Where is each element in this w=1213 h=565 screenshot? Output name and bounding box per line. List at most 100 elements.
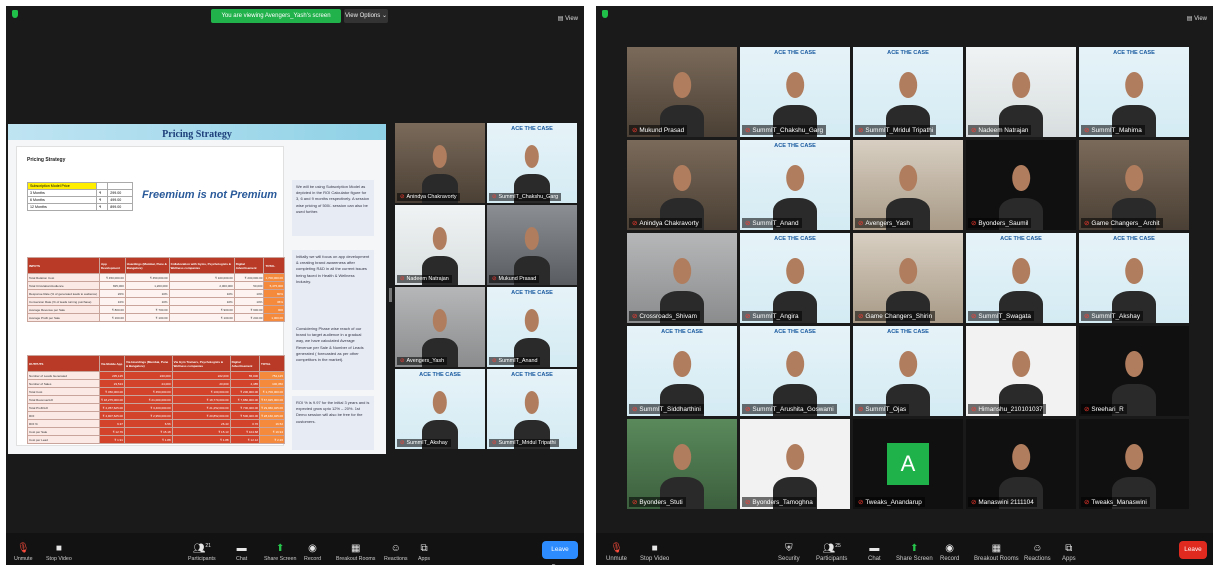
person-head (1125, 165, 1143, 192)
participant-tile[interactable]: ⊘ Byonders_Saumil (966, 140, 1076, 230)
table-cell: ₹ 240.00 (233, 313, 265, 322)
muted-mic-icon: ⊘ (858, 127, 864, 134)
security-button[interactable]: ⛨ Security (778, 542, 800, 562)
table-row: Total Revenue/Lift ₹ 18,275,000.00 ₹ 21,00… (27, 395, 285, 404)
participants-button[interactable]: 👥︎21 Participants (188, 539, 216, 562)
video-camera-icon: ■ (651, 543, 658, 554)
view-button[interactable]: View (1187, 15, 1207, 22)
table-cell: ₹ 104.68 (229, 427, 261, 436)
participant-tile[interactable]: ⊘ Avengers_Yash (853, 140, 963, 230)
participant-tile[interactable]: ⊘ Anindya Chakravorty (395, 123, 485, 203)
shared-screen: Pricing Strategy Pricing Strategy Subscr… (8, 124, 386, 454)
headline: Freemium is not Premium (142, 189, 278, 201)
participant-tile[interactable]: ⊘ Byonders_Tamoghna (740, 419, 850, 509)
virtual-background-logo: ACE THE CASE (774, 329, 816, 335)
participant-tile[interactable]: ACE THE CASE ⊘ SummIT_Anand (740, 140, 850, 230)
unmute-button[interactable]: 🎙︎ Unmute (606, 542, 627, 562)
participant-tile[interactable]: ⊘ Nadeem Natrajan (966, 47, 1076, 137)
participant-tile[interactable]: ACE THE CASE ⊘ SummIT_Akshay (395, 369, 485, 449)
person-head (1125, 72, 1143, 99)
record-button[interactable]: ◉ Record (940, 542, 959, 562)
reactions-button[interactable]: ☺ Reactions (1024, 542, 1051, 562)
apps-button[interactable]: ⧉ Apps (1062, 542, 1076, 562)
column-header: Via Gym Trainers, Psychologists & Wellne… (171, 355, 231, 372)
share-screen-button[interactable]: ⬆ Share Screen (264, 542, 296, 562)
participant-tile[interactable]: ACE THE CASE ⊘ SummIT_Mahima (1079, 47, 1189, 137)
participant-tile[interactable]: ACE THE CASE ⊘ SummIT_Arushita_Goswami (740, 326, 850, 416)
table-cell: 240,000 (123, 371, 173, 380)
participant-name: ⊘ SummIT_Swagata (968, 311, 1034, 321)
participant-tile[interactable]: A ⊘ Tweaks_Anandarup (853, 419, 963, 509)
muted-mic-icon: ⊘ (632, 220, 638, 227)
person-head (432, 145, 448, 169)
reactions-button[interactable]: ☺ Reactions (384, 542, 408, 562)
participant-tile[interactable]: ACE THE CASE ⊘ SummIT_Siddharthini (627, 326, 737, 416)
chat-button[interactable]: ▬ Chat (868, 542, 881, 562)
participants-button[interactable]: 👥︎25 Participants (816, 539, 847, 562)
table-cell: 80% (263, 289, 285, 298)
table-cell: 222,000 (171, 371, 231, 380)
participant-name: ⊘ Tweaks_Manaswini (1081, 497, 1150, 507)
view-options-button[interactable]: View Options ⌄ (344, 9, 388, 23)
person-head (786, 72, 804, 99)
table-cell: 50,000 (233, 281, 265, 290)
participant-tile[interactable]: ACE THE CASE ⊘ SummIT_Chakshu_Garg (487, 123, 577, 203)
participant-tile[interactable]: ACE THE CASE ⊘ SummIT_Chakshu_Garg (740, 47, 850, 137)
virtual-background-logo: ACE THE CASE (511, 290, 553, 296)
participant-tile[interactable]: ⊘ Game Changers_ Archit (1079, 140, 1189, 230)
participant-tile[interactable]: ⊘ Mukund Prasad (487, 205, 577, 285)
participant-name: ⊘ SummIT_Chakshu_Garg (742, 125, 827, 135)
table-cell: ₹ 15.18 (123, 427, 173, 436)
participant-name-label: SummIT_Chakshu_Garg (498, 194, 559, 200)
subscription-cell: Subscription Model Price (26, 182, 98, 190)
participant-tile[interactable]: ACE THE CASE ⊘ SummIT_Mridul Tripathi (853, 47, 963, 137)
participant-tile[interactable]: ACE THE CASE ⊘ SummIT_Akshay (1079, 233, 1189, 323)
apps-button[interactable]: ⧉ Apps (418, 542, 430, 562)
participant-tile[interactable]: ACE THE CASE ⊘ SummIT_Swagata (966, 233, 1076, 323)
view-button[interactable]: View (558, 15, 578, 22)
share-screen-button[interactable]: ⬆ Share Screen (896, 542, 933, 562)
table-cell: 16.52 (259, 419, 285, 428)
table-cell: ₹ 12.76 (99, 427, 125, 436)
breakout-rooms-button[interactable]: ▦ Breakout Rooms (336, 542, 375, 562)
participant-tile[interactable]: ACE THE CASE ⊘ SummIT_Anand (487, 287, 577, 367)
participant-tile[interactable]: ⊘ Sreehari_R (1079, 326, 1189, 416)
participant-tile[interactable]: ⊘ Anindya Chakravorty (627, 140, 737, 230)
table-cell: ₹ 100,000.00 (168, 273, 235, 282)
table-row: ROI % 9.37 6.56 26.43 0.76 16.52 (27, 419, 285, 428)
record-button[interactable]: ◉ Record (304, 542, 321, 562)
participant-name-label: SummIT_Mridul Tripathi (865, 127, 934, 134)
table-cell: 0.76 (229, 419, 261, 428)
breakout-rooms-button[interactable]: ▦ Breakout Rooms (974, 542, 1019, 562)
view-label: View (565, 16, 578, 22)
participant-tile[interactable]: ⊘ Tweaks_Manaswini (1079, 419, 1189, 509)
participant-tile[interactable]: ⊘ Nadeem Natrajan (395, 205, 485, 285)
participants-label: Participants (188, 556, 216, 562)
participant-name: ⊘ SummIT_Akshay (1081, 311, 1144, 321)
leave-button[interactable]: Leave (1179, 541, 1207, 559)
slide-title-bar: Pricing Strategy (8, 124, 386, 140)
security-label: Security (778, 556, 800, 562)
unmute-button[interactable]: 🎙︎ Unmute (14, 542, 33, 562)
participant-tile[interactable]: ⊘ Manaswini 2111104 (966, 419, 1076, 509)
participants-label: Participants (816, 556, 848, 562)
subscription-cell: 299.00 (107, 189, 133, 197)
panel-resize-handle[interactable] (389, 288, 392, 302)
participant-tile[interactable]: ⊘ Himanshu_210101037 (966, 326, 1076, 416)
participant-tile[interactable]: ⊘ Crossroads_Shivam (627, 233, 737, 323)
participant-tile[interactable]: ACE THE CASE ⊘ SummIT_Angira (740, 233, 850, 323)
stop-video-button[interactable]: ■ Stop Video (640, 542, 669, 562)
participant-tile[interactable]: ACE THE CASE ⊘ SummIT_Ojas (853, 326, 963, 416)
participant-tile[interactable]: ⊘ Game Changers_Shirin (853, 233, 963, 323)
participant-tile[interactable]: ⊘ Byonders_Stuti (627, 419, 737, 509)
participant-name: ⊘ SummIT_Anand (742, 218, 802, 228)
leave-room-button[interactable]: Leave Room (542, 541, 578, 565)
participant-tile[interactable]: ACE THE CASE ⊘ SummIT_Mridul Tripathi (487, 369, 577, 449)
participant-tile[interactable]: ⊘ Avengers_Yash (395, 287, 485, 367)
subscription-cell: 12 Months (26, 203, 98, 211)
chat-button[interactable]: ▬ Chat (236, 542, 247, 562)
participant-tile[interactable]: ⊘ Mukund Prasad (627, 47, 737, 137)
person-head (524, 145, 540, 169)
stop-video-button[interactable]: ■ Stop Video (46, 542, 72, 562)
table-cell: ₹ 450,000.00 (99, 387, 125, 396)
